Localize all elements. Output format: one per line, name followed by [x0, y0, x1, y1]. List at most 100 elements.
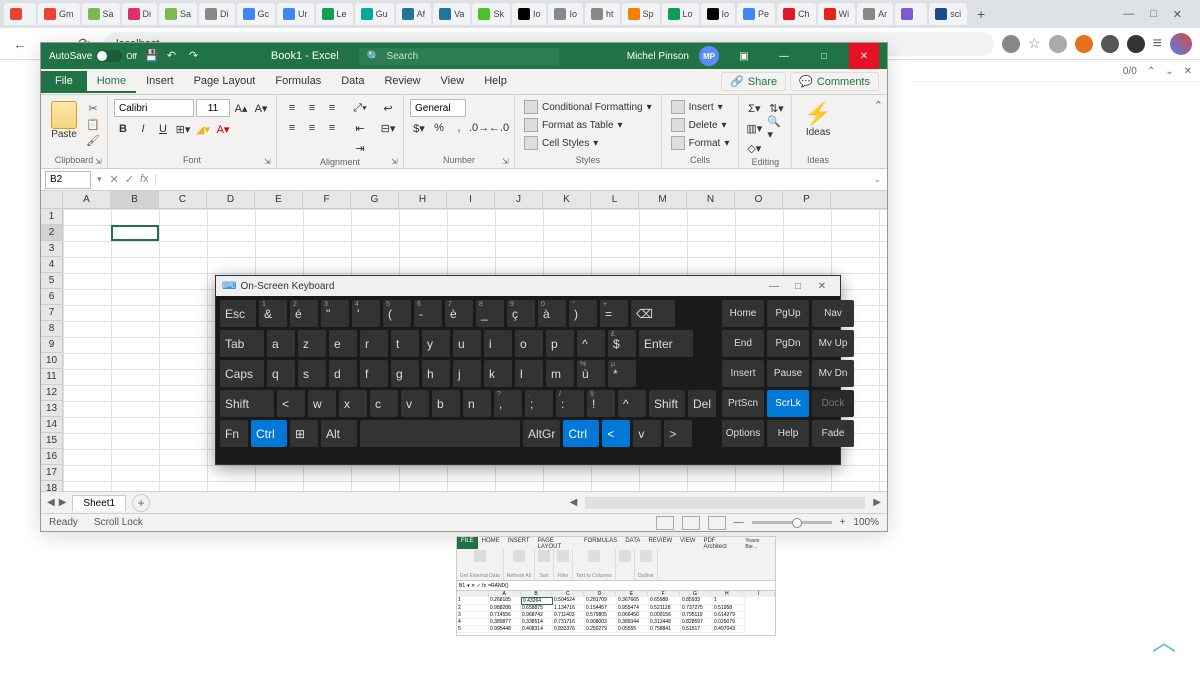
osk-key[interactable]: k: [484, 360, 512, 387]
dialog-launcher[interactable]: ⇲: [502, 157, 512, 167]
browser-tab[interactable]: Io: [548, 3, 583, 25]
share-button[interactable]: 🔗 Share: [721, 72, 786, 91]
osk-key[interactable]: 4': [352, 300, 380, 327]
merge-center-icon[interactable]: ⊟▾: [379, 119, 397, 137]
page-break-view-button[interactable]: [708, 516, 726, 530]
browser-tab[interactable]: Io: [701, 3, 736, 25]
browser-tab[interactable]: Sk: [472, 3, 510, 25]
osk-key[interactable]: Enter: [639, 330, 693, 357]
cell-styles-button[interactable]: Cell Styles ▾: [521, 135, 655, 151]
osk-key[interactable]: ^: [618, 390, 646, 417]
column-header[interactable]: P: [783, 191, 831, 208]
osk-key[interactable]: 3": [321, 300, 349, 327]
align-center-icon[interactable]: ≡: [303, 119, 321, 137]
copy-icon[interactable]: 📋: [85, 117, 101, 131]
extension-icon[interactable]: [1075, 35, 1093, 53]
osk-key[interactable]: [360, 420, 520, 447]
row-header[interactable]: 14: [41, 417, 62, 433]
osk-key[interactable]: h: [422, 360, 450, 387]
osk-key[interactable]: Options: [722, 420, 764, 447]
accounting-icon[interactable]: $▾: [410, 119, 428, 137]
osk-key[interactable]: Fn: [220, 420, 248, 447]
browser-tab[interactable]: Pe: [737, 3, 775, 25]
osk-key[interactable]: 2é: [290, 300, 318, 327]
column-header[interactable]: E: [255, 191, 303, 208]
close-button[interactable]: ✕: [849, 43, 879, 69]
osk-key[interactable]: r: [360, 330, 388, 357]
browser-tab[interactable]: Gm: [38, 3, 80, 25]
osk-key[interactable]: l: [515, 360, 543, 387]
hscroll-right[interactable]: ▶: [873, 497, 881, 508]
row-header[interactable]: 13: [41, 401, 62, 417]
browser-tab[interactable]: sci: [929, 3, 967, 25]
autosum-icon[interactable]: Σ▾: [745, 99, 763, 117]
osk-key[interactable]: j: [453, 360, 481, 387]
osk-key[interactable]: Fade: [812, 420, 854, 447]
autosave-toggle[interactable]: AutoSave Off: [49, 50, 137, 62]
increase-font-icon[interactable]: A▴: [232, 99, 250, 117]
ribbon-tab-help[interactable]: Help: [474, 71, 517, 93]
border-button[interactable]: ⊞▾: [174, 120, 192, 138]
formula-input[interactable]: [155, 174, 868, 185]
align-left-icon[interactable]: ≡: [283, 119, 301, 137]
row-header[interactable]: 2: [41, 225, 62, 241]
horizontal-scrollbar[interactable]: [585, 497, 865, 509]
row-header[interactable]: 8: [41, 321, 62, 337]
osk-key[interactable]: Caps: [220, 360, 264, 387]
row-header[interactable]: 5: [41, 273, 62, 289]
osk-key[interactable]: m: [546, 360, 574, 387]
zoom-out-button[interactable]: —: [734, 517, 744, 528]
browser-tab[interactable]: Va: [433, 3, 470, 25]
osk-key[interactable]: ^: [577, 330, 605, 357]
osk-key[interactable]: Dock: [812, 390, 854, 417]
column-header[interactable]: K: [543, 191, 591, 208]
sheet-tab[interactable]: Sheet1: [72, 495, 126, 511]
osk-key[interactable]: q: [267, 360, 295, 387]
cut-icon[interactable]: ✂: [85, 101, 101, 115]
osk-key[interactable]: .;: [525, 390, 553, 417]
osk-key[interactable]: v: [633, 420, 661, 447]
osk-key[interactable]: Ctrl: [251, 420, 287, 447]
browser-tab[interactable]: Gc: [237, 3, 276, 25]
row-header[interactable]: 6: [41, 289, 62, 305]
ribbon-tab-insert[interactable]: Insert: [136, 71, 184, 93]
sheet-nav-next[interactable]: ▶: [59, 497, 67, 508]
osk-key[interactable]: Help: [767, 420, 809, 447]
osk-maximize[interactable]: □: [786, 281, 810, 292]
browser-tab[interactable]: Af: [396, 3, 432, 25]
expand-formula-bar-icon[interactable]: ⌄: [867, 174, 887, 185]
dialog-launcher[interactable]: ⇲: [264, 157, 274, 167]
align-right-icon[interactable]: ≡: [323, 119, 341, 137]
browser-tab[interactable]: Io: [512, 3, 547, 25]
delete-cells-button[interactable]: Delete ▾: [668, 117, 733, 133]
row-header[interactable]: 9: [41, 337, 62, 353]
browser-tab[interactable]: ht: [585, 3, 620, 25]
osk-key[interactable]: ⊞: [290, 420, 318, 447]
browser-tab[interactable]: Ur: [277, 3, 314, 25]
dialog-launcher[interactable]: ⇲: [95, 157, 105, 167]
osk-key[interactable]: f: [360, 360, 388, 387]
osk-key[interactable]: Insert: [722, 360, 764, 387]
profile-avatar[interactable]: [1170, 33, 1192, 55]
add-sheet-button[interactable]: +: [132, 494, 150, 512]
indent-dec-icon[interactable]: ⇤: [351, 119, 369, 137]
font-color-button[interactable]: A▾: [214, 120, 232, 138]
osk-key[interactable]: b: [432, 390, 460, 417]
minimize-button[interactable]: —: [769, 43, 799, 69]
osk-key[interactable]: z: [298, 330, 326, 357]
bookmark-icon[interactable]: ☆: [1028, 35, 1041, 52]
osk-key[interactable]: o: [515, 330, 543, 357]
osk-key[interactable]: Mv Dn: [812, 360, 854, 387]
ribbon-tab-view[interactable]: View: [431, 71, 475, 93]
osk-key[interactable]: Ctrl: [563, 420, 599, 447]
dec-decimal-icon[interactable]: ←.0: [490, 119, 508, 137]
osk-key[interactable]: 7è: [445, 300, 473, 327]
find-close[interactable]: ✕: [1184, 66, 1192, 77]
osk-key[interactable]: <: [277, 390, 305, 417]
save-icon[interactable]: 💾: [145, 49, 159, 63]
ribbon-tab-formulas[interactable]: Formulas: [265, 71, 331, 93]
zoom-slider[interactable]: [752, 521, 832, 524]
osk-key[interactable]: Shift: [649, 390, 685, 417]
osk-key[interactable]: Alt: [321, 420, 357, 447]
osk-key[interactable]: e: [329, 330, 357, 357]
